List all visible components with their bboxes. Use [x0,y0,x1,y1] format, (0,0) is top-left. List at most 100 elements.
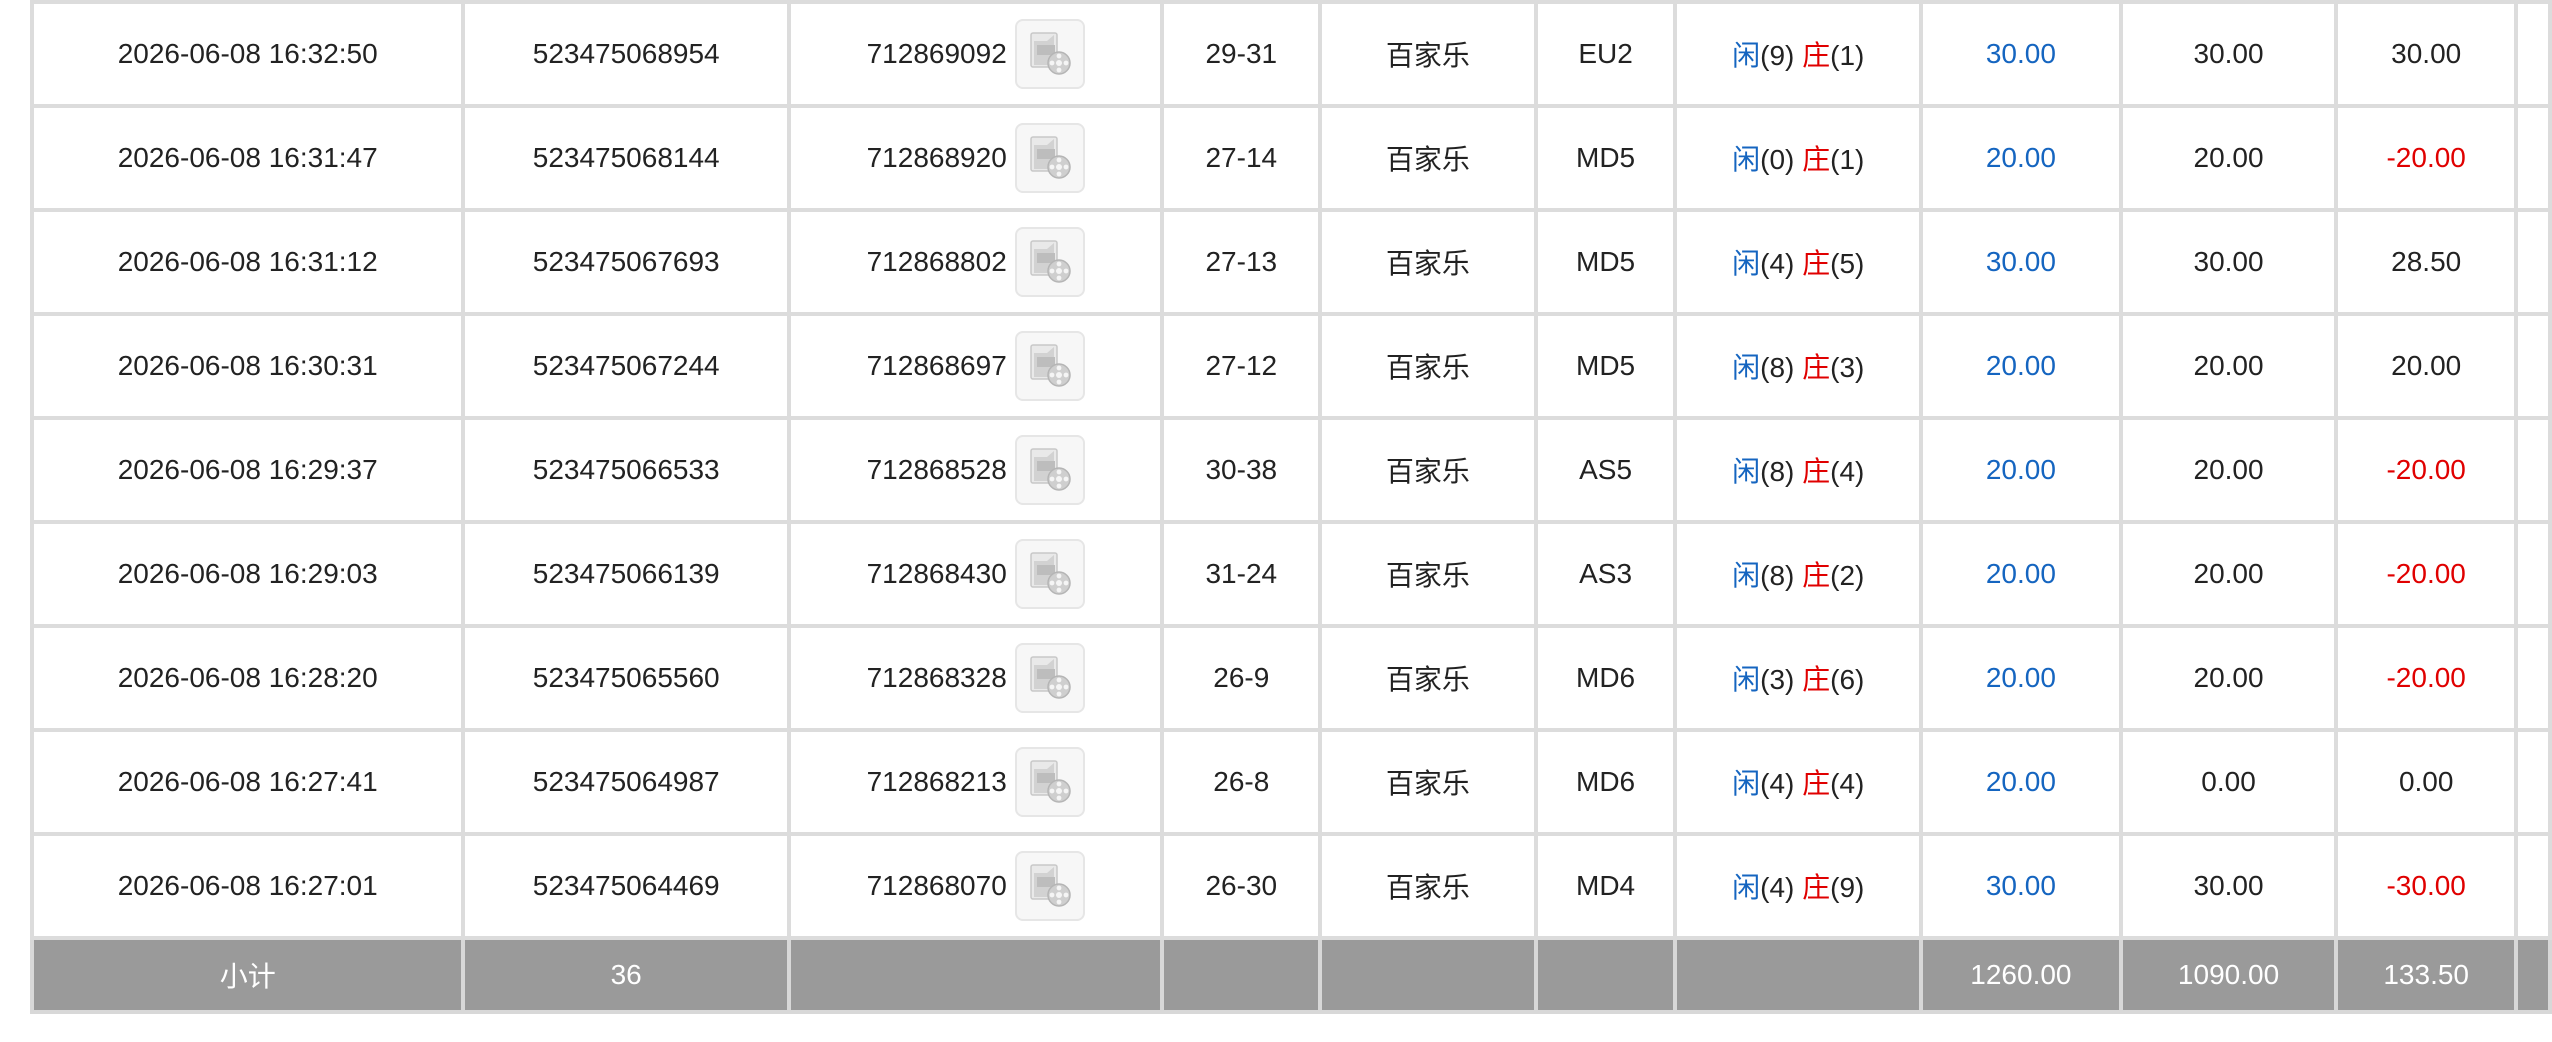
video-replay-icon[interactable] [1014,747,1085,817]
banker-score: (6) [1830,664,1865,695]
shoe-round-cell: 27-14 [1160,104,1323,212]
banker-label: 庄 [1802,872,1831,903]
round-id-cell: 712868802 [786,208,1165,316]
table-row: 2026-06-08 16:29:37 523475066533 7128685… [29,416,2552,524]
shoe-round-cell: 31-24 [1160,520,1323,628]
bet-amount-link[interactable]: 30.00 [1919,208,2123,316]
round-id-cell: 712868328 [786,624,1165,732]
video-replay-icon[interactable] [1014,539,1085,609]
player-score: (4) [1760,872,1795,903]
subtotal-empty-cell [1318,936,1538,1014]
banker-label: 庄 [1802,144,1831,175]
table-code-cell: MD6 [1533,624,1678,732]
round-id-cell: 712868920 [786,104,1165,212]
banker-label: 庄 [1802,40,1831,71]
table-row: 2026-06-08 16:31:12 523475067693 7128688… [29,208,2552,316]
win-loss-cell: -30.00 [2334,832,2519,940]
subtotal-label: 小计 [29,936,466,1014]
video-replay-icon[interactable] [1014,227,1085,297]
subtotal-win-loss: 133.50 [2334,936,2519,1014]
result-cell: 闲(8) 庄(4) [1673,416,1924,524]
round-id-text: 712868802 [866,246,1007,277]
table-code-cell: MD5 [1533,104,1678,212]
bet-id-cell: 523475065560 [461,624,791,732]
banker-label: 庄 [1802,768,1831,799]
video-replay-icon[interactable] [1014,123,1085,193]
bet-records-table: 2026-06-08 16:32:50 523475068954 7128690… [29,0,2552,1014]
player-score: (8) [1760,456,1795,487]
table-row: 2026-06-08 16:31:47 523475068144 7128689… [29,104,2552,212]
banker-label: 庄 [1802,560,1831,591]
win-loss-cell: 28.50 [2334,208,2519,316]
player-label: 闲 [1732,248,1761,279]
video-replay-icon[interactable] [1014,851,1085,921]
bet-id-cell: 523475067693 [461,208,791,316]
bet-amount-link[interactable]: 30.00 [1919,832,2123,940]
player-label: 闲 [1732,352,1761,383]
bet-time-cell: 2026-06-08 16:27:01 [29,832,466,940]
valid-bet-cell: 30.00 [2118,832,2339,940]
round-id-cell: 712869092 [786,0,1165,108]
video-replay-icon[interactable] [1014,643,1085,713]
bet-amount-link[interactable]: 20.00 [1919,728,2123,836]
table-row: 2026-06-08 16:28:20 523475065560 7128683… [29,624,2552,732]
trailing-cell [2514,104,2552,212]
valid-bet-cell: 30.00 [2118,0,2339,108]
bet-amount-link[interactable]: 30.00 [1919,0,2123,108]
valid-bet-cell: 20.00 [2118,312,2339,420]
trailing-cell [2514,624,2552,732]
table-code-cell: MD5 [1533,312,1678,420]
player-label: 闲 [1732,872,1761,903]
round-id-cell: 712868528 [786,416,1165,524]
shoe-round-cell: 27-12 [1160,312,1323,420]
result-cell: 闲(3) 庄(6) [1673,624,1924,732]
video-replay-icon[interactable] [1014,331,1085,401]
table-row: 2026-06-08 16:29:03 523475066139 7128684… [29,520,2552,628]
round-id-cell: 712868070 [786,832,1165,940]
subtotal-count: 36 [461,936,791,1014]
bet-id-cell: 523475064987 [461,728,791,836]
valid-bet-cell: 20.00 [2118,104,2339,212]
bet-amount-link[interactable]: 20.00 [1919,312,2123,420]
player-score: (9) [1760,40,1795,71]
bet-id-cell: 523475066139 [461,520,791,628]
shoe-round-cell: 29-31 [1160,0,1323,108]
banker-score: (9) [1830,872,1865,903]
player-label: 闲 [1732,768,1761,799]
shoe-round-cell: 27-13 [1160,208,1323,316]
table-code-cell: MD5 [1533,208,1678,316]
player-score: (8) [1760,560,1795,591]
round-id-text: 712868070 [866,870,1007,901]
bet-amount-link[interactable]: 20.00 [1919,624,2123,732]
player-label: 闲 [1732,144,1761,175]
game-type-cell: 百家乐 [1318,0,1538,108]
result-cell: 闲(4) 庄(9) [1673,832,1924,940]
player-score: (4) [1760,768,1795,799]
shoe-round-cell: 26-8 [1160,728,1323,836]
video-replay-icon[interactable] [1014,435,1085,505]
player-score: (3) [1760,664,1795,695]
bet-amount-link[interactable]: 20.00 [1919,416,2123,524]
bet-amount-link[interactable]: 20.00 [1919,104,2123,212]
banker-score: (2) [1830,560,1865,591]
trailing-cell [2514,312,2552,420]
win-loss-cell: 20.00 [2334,312,2519,420]
video-replay-icon[interactable] [1014,19,1085,89]
trailing-cell [2514,832,2552,940]
result-cell: 闲(9) 庄(1) [1673,0,1924,108]
table-code-cell: MD4 [1533,832,1678,940]
valid-bet-cell: 0.00 [2118,728,2339,836]
bet-amount-link[interactable]: 20.00 [1919,520,2123,628]
trailing-cell [2514,208,2552,316]
player-label: 闲 [1732,456,1761,487]
trailing-cell [2514,416,2552,524]
bet-id-cell: 523475064469 [461,832,791,940]
table-code-cell: MD6 [1533,728,1678,836]
player-score: (4) [1760,248,1795,279]
shoe-round-cell: 26-30 [1160,832,1323,940]
round-id-text: 712868430 [866,558,1007,589]
table-code-cell: AS3 [1533,520,1678,628]
player-label: 闲 [1732,40,1761,71]
banker-score: (4) [1830,456,1865,487]
trailing-cell [2514,520,2552,628]
